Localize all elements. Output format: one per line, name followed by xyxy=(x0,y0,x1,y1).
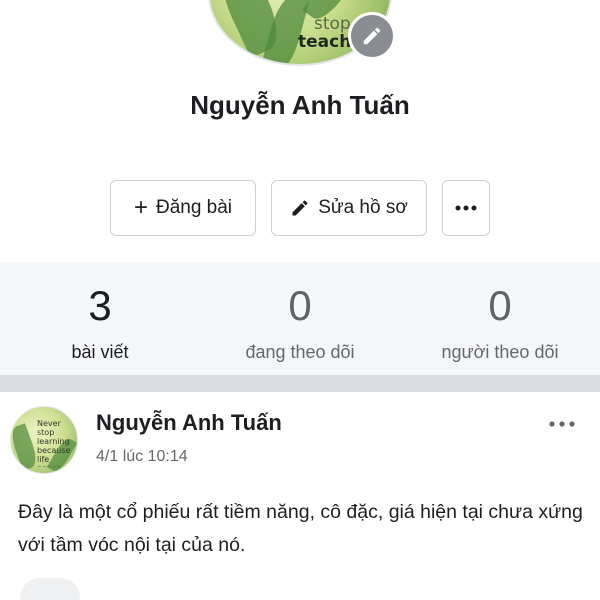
section-divider xyxy=(0,375,600,392)
stat-posts[interactable]: 3 bài viết xyxy=(0,262,200,363)
edit-avatar-button[interactable] xyxy=(348,12,396,60)
profile-actions: + Đăng bài Sửa hồ sơ xyxy=(0,180,600,236)
create-post-button[interactable]: + Đăng bài xyxy=(110,180,256,236)
plus-icon: + xyxy=(133,194,148,221)
more-dots-icon xyxy=(549,421,575,427)
pencil-icon xyxy=(363,27,381,45)
stat-posts-value: 3 xyxy=(88,282,112,329)
edit-profile-button[interactable]: Sửa hồ sơ xyxy=(271,180,427,236)
more-dots-icon xyxy=(455,205,477,211)
post-menu-button[interactable] xyxy=(544,412,580,436)
post-timestamp[interactable]: 4/1 lúc 10:14 xyxy=(96,448,188,466)
stat-followers-label: người theo dõi xyxy=(441,342,559,362)
avatar-text-top: stop xyxy=(314,14,351,34)
profile-page: stop teach Nguyễn Anh Tuấn + Đăng bài Sử… xyxy=(0,0,600,600)
stat-followers-value: 0 xyxy=(488,282,512,329)
more-options-button[interactable] xyxy=(442,180,490,236)
post-author-avatar[interactable]: Never stop learning because life never s… xyxy=(10,406,78,474)
stat-following-value: 0 xyxy=(288,282,312,329)
post-author-name[interactable]: Nguyễn Anh Tuấn xyxy=(96,410,282,436)
profile-name: Nguyễn Anh Tuấn xyxy=(190,90,410,120)
stat-followers[interactable]: 0 người theo dõi xyxy=(400,262,600,363)
reaction-button[interactable] xyxy=(20,578,80,600)
profile-avatar-container: stop teach xyxy=(208,0,396,66)
edit-profile-label: Sửa hồ sơ xyxy=(318,197,408,218)
stat-posts-label: bài viết xyxy=(71,342,129,362)
pencil-icon xyxy=(292,200,308,216)
profile-stats: 3 bài viết 0 đang theo dõi 0 người theo … xyxy=(0,262,600,375)
post-body-text: Đây là một cổ phiếu rất tiềm năng, cô đặ… xyxy=(18,501,583,556)
avatar-text-bottom: teach xyxy=(298,32,352,52)
avatar-leaf xyxy=(11,423,40,471)
post-card: Never stop learning because life never s… xyxy=(0,392,600,600)
post-avatar-text: Never stop learning because life never s… xyxy=(37,419,71,467)
stat-following[interactable]: 0 đang theo dõi xyxy=(200,262,400,363)
stat-following-label: đang theo dõi xyxy=(245,342,355,362)
create-post-label: Đăng bài xyxy=(155,197,233,218)
